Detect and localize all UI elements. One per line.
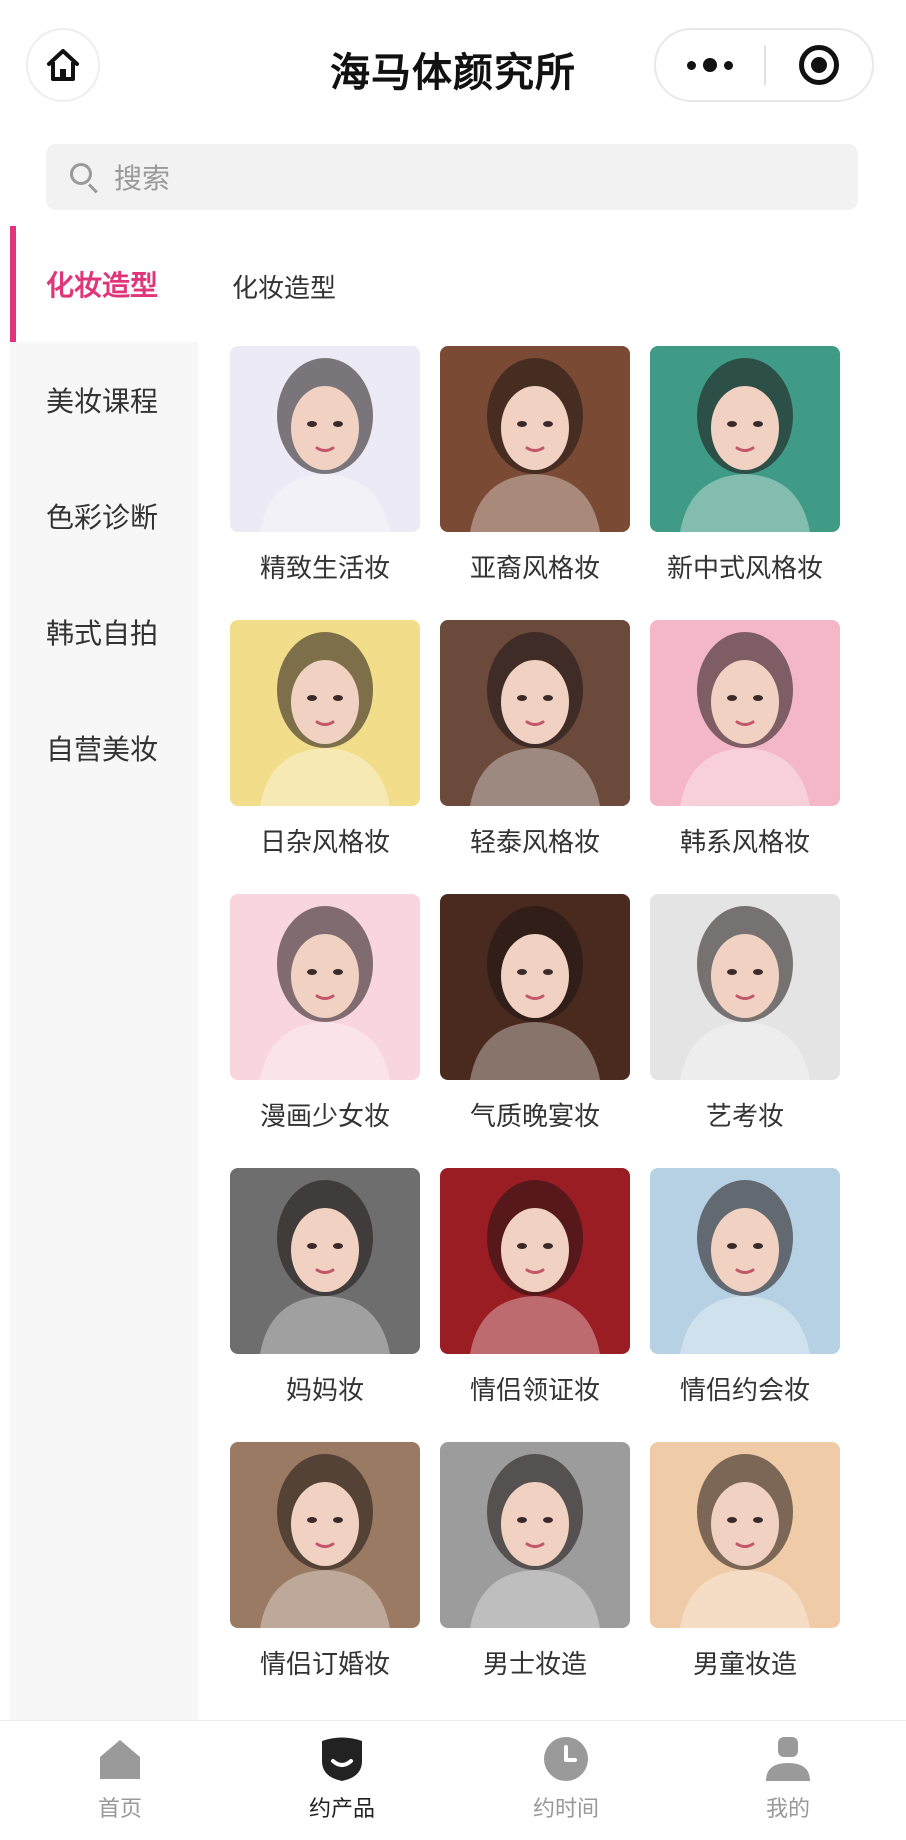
product-label: 男童妆造 bbox=[692, 1650, 797, 1680]
shield-smile-icon bbox=[322, 1737, 362, 1781]
product-label: 气质晚宴妆 bbox=[469, 1102, 600, 1132]
product-thumbnail bbox=[230, 1442, 420, 1628]
product-card[interactable]: 漫画少女妆 bbox=[230, 894, 420, 1154]
product-card[interactable]: 日杂风格妆 bbox=[230, 620, 420, 880]
product-thumbnail bbox=[650, 894, 840, 1080]
user-icon bbox=[766, 1737, 810, 1781]
tab-mine[interactable]: 我的 bbox=[728, 1721, 848, 1840]
product-thumbnail bbox=[440, 1168, 630, 1354]
search-input[interactable]: 搜索 bbox=[46, 144, 858, 210]
product-card[interactable]: 情侣约会妆 bbox=[650, 1168, 840, 1428]
sidebar-item-makeup-styling[interactable]: 化妆造型 bbox=[10, 226, 198, 342]
product-card[interactable]: 韩系风格妆 bbox=[650, 620, 840, 880]
product-label: 轻泰风格妆 bbox=[469, 828, 600, 858]
product-thumbnail bbox=[650, 1168, 840, 1354]
search-placeholder: 搜索 bbox=[114, 162, 171, 195]
tab-label: 约时间 bbox=[532, 1797, 599, 1822]
product-card[interactable]: 妈妈妆 bbox=[230, 1168, 420, 1428]
tab-label: 约产品 bbox=[308, 1797, 375, 1822]
tab-label: 首页 bbox=[97, 1797, 142, 1822]
product-thumbnail bbox=[650, 346, 840, 532]
product-label: 日杂风格妆 bbox=[259, 828, 390, 858]
product-thumbnail bbox=[650, 1442, 840, 1628]
sidebar-item-makeup-course[interactable]: 美妆课程 bbox=[10, 342, 198, 458]
bottom-tab-bar: 首页 约产品 约时间 我的 bbox=[0, 1720, 906, 1840]
product-card[interactable]: 情侣订婚妆 bbox=[230, 1442, 420, 1702]
product-card[interactable]: 亚裔风格妆 bbox=[440, 346, 630, 606]
search-icon bbox=[68, 161, 100, 194]
close-miniprogram-button[interactable] bbox=[766, 30, 872, 100]
mini-program-capsule bbox=[654, 28, 874, 102]
product-card[interactable]: 男士妆造 bbox=[440, 1442, 630, 1702]
product-label: 艺考妆 bbox=[705, 1102, 784, 1132]
sidebar-item-korean-selfie[interactable]: 韩式自拍 bbox=[10, 574, 198, 690]
section-title: 化妆造型 bbox=[232, 274, 337, 304]
product-label: 亚裔风格妆 bbox=[469, 554, 600, 584]
target-icon bbox=[798, 45, 839, 85]
sidebar-item-label: 自营美妆 bbox=[46, 733, 159, 766]
tab-book-time[interactable]: 约时间 bbox=[506, 1721, 626, 1840]
sidebar-item-self-run-beauty[interactable]: 自营美妆 bbox=[10, 690, 198, 806]
product-thumbnail bbox=[440, 620, 630, 806]
nav-bar: 海马体颜究所 bbox=[0, 0, 906, 132]
product-label: 情侣订婚妆 bbox=[259, 1650, 390, 1680]
product-thumbnail bbox=[230, 620, 420, 806]
more-dots-icon bbox=[687, 60, 696, 70]
sidebar-item-color-diagnosis[interactable]: 色彩诊断 bbox=[10, 458, 198, 574]
product-card[interactable]: 男童妆造 bbox=[650, 1442, 840, 1702]
product-thumbnail bbox=[650, 620, 840, 806]
product-card[interactable]: 艺考妆 bbox=[650, 894, 840, 1154]
product-thumbnail bbox=[440, 346, 630, 532]
product-thumbnail bbox=[440, 894, 630, 1080]
more-dot-right bbox=[724, 60, 733, 70]
tab-label: 我的 bbox=[765, 1797, 810, 1822]
product-card[interactable]: 轻泰风格妆 bbox=[440, 620, 630, 880]
product-label: 妈妈妆 bbox=[285, 1376, 364, 1406]
product-thumbnail bbox=[230, 1168, 420, 1354]
product-thumbnail bbox=[230, 346, 420, 532]
category-sidebar: 化妆造型 美妆课程 色彩诊断 韩式自拍 自营美妆 bbox=[10, 226, 198, 1726]
more-dot-center bbox=[703, 58, 717, 72]
product-thumbnail bbox=[440, 1442, 630, 1628]
product-card[interactable]: 精致生活妆 bbox=[230, 346, 420, 606]
product-label: 新中式风格妆 bbox=[666, 554, 823, 584]
tab-book-product[interactable]: 约产品 bbox=[282, 1721, 402, 1840]
product-thumbnail bbox=[230, 894, 420, 1080]
product-card[interactable]: 气质晚宴妆 bbox=[440, 894, 630, 1154]
more-button[interactable] bbox=[656, 30, 764, 100]
product-card[interactable]: 新中式风格妆 bbox=[650, 346, 840, 606]
sidebar-item-label: 化妆造型 bbox=[46, 269, 159, 302]
clock-icon bbox=[544, 1737, 588, 1781]
product-label: 精致生活妆 bbox=[259, 554, 390, 584]
sidebar-item-label: 美妆课程 bbox=[46, 385, 159, 418]
sidebar-item-label: 色彩诊断 bbox=[46, 501, 159, 534]
product-label: 漫画少女妆 bbox=[259, 1102, 390, 1132]
product-label: 男士妆造 bbox=[482, 1650, 587, 1680]
product-label: 情侣领证妆 bbox=[469, 1376, 600, 1406]
sidebar-item-label: 韩式自拍 bbox=[46, 617, 159, 650]
product-label: 韩系风格妆 bbox=[679, 828, 810, 858]
product-label: 情侣约会妆 bbox=[679, 1376, 810, 1406]
home-icon bbox=[100, 1740, 140, 1779]
tab-home[interactable]: 首页 bbox=[60, 1721, 180, 1840]
product-card[interactable]: 情侣领证妆 bbox=[440, 1168, 630, 1428]
